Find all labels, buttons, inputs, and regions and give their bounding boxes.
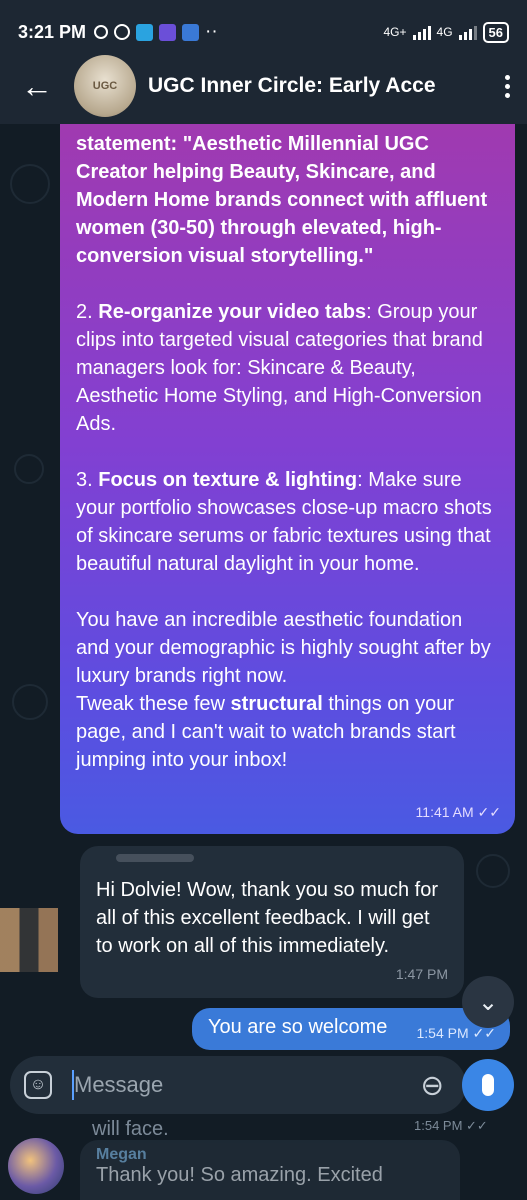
message-time: 11:41 AM ✓✓ [415, 804, 501, 820]
group-avatar[interactable]: UGC [74, 55, 136, 117]
background-doodle [476, 854, 510, 888]
mute-icon [94, 25, 109, 39]
network-label-2: 4G [436, 25, 453, 39]
incoming-message-time: 1:47 PM [395, 966, 448, 982]
partial-message-text: will face. [92, 1118, 169, 1140]
back-arrow-icon[interactable]: ← [0, 68, 74, 105]
chat-title[interactable]: UGC Inner Circle: Early Acce [148, 74, 466, 98]
signal-icon-2 [458, 24, 477, 40]
status-time: 3:21 PM [18, 21, 87, 42]
play-icon [182, 23, 200, 41]
background-doodle [12, 684, 48, 720]
sender-name: Megan [96, 1146, 147, 1163]
incoming-message-megan[interactable]: Megan Thank you! So amazing. Excited [80, 1140, 460, 1200]
message-paragraph-2: 2. Re-organize your video tabs: Group yo… [76, 301, 483, 435]
partial-message-time: 1:54 PM ✓✓ [414, 1118, 488, 1133]
network-label-1: 4G+ [383, 25, 407, 39]
notification-icons: ·· [94, 21, 218, 43]
message-paragraph-1: statement: "Aesthetic Millennial UGC Cre… [76, 133, 488, 267]
outgoing-short-text: You are so welcome [208, 1016, 388, 1038]
outgoing-message-short[interactable]: You are so welcome 1:54 PM ✓✓ [192, 1008, 510, 1050]
chevron-down-icon[interactable]: ⌄ [462, 976, 514, 1028]
microphone-icon[interactable] [462, 1059, 514, 1111]
message-paragraph-3: 3. Focus on texture & lighting: Make sur… [76, 469, 492, 575]
more-notifications-icon: ·· [205, 21, 218, 42]
incoming-message[interactable]: Hi Dolvie! Wow, thank you so much for al… [80, 846, 464, 998]
message-input[interactable] [74, 1072, 421, 1098]
avatar-text: UGC [92, 80, 118, 92]
telegram-icon [136, 23, 154, 41]
sender-name-redacted [116, 854, 194, 862]
battery-icon: 56 [482, 21, 509, 43]
message-paragraph-4: You have an incredible aesthetic foundat… [76, 609, 491, 687]
background-doodle [14, 454, 44, 484]
chat-header: ← UGC UGC Inner Circle: Early Acce [0, 48, 527, 124]
message-paragraph-5: Tweak these few structural things on you… [76, 693, 456, 771]
sender-avatar-blurred [0, 908, 58, 972]
app-icon [159, 23, 177, 41]
avatar[interactable] [8, 1138, 64, 1194]
signal-icon-1 [412, 24, 431, 40]
message-composer[interactable]: ☺ ⊘ [10, 1056, 466, 1114]
incoming-message-text: Hi Dolvie! Wow, thank you so much for al… [96, 879, 438, 957]
outgoing-message-long[interactable]: statement: "Aesthetic Millennial UGC Cre… [60, 124, 515, 834]
megan-message-text: Thank you! So amazing. Excited [96, 1164, 383, 1186]
status-right: 4G+ 4G 56 [383, 21, 509, 43]
chat-area[interactable]: statement: "Aesthetic Millennial UGC Cre… [0, 124, 527, 1200]
background-doodle [10, 164, 50, 204]
sticker-icon[interactable]: ☺ [24, 1071, 52, 1099]
vertical-dots-icon[interactable] [487, 74, 527, 98]
alarm-icon [114, 24, 131, 40]
